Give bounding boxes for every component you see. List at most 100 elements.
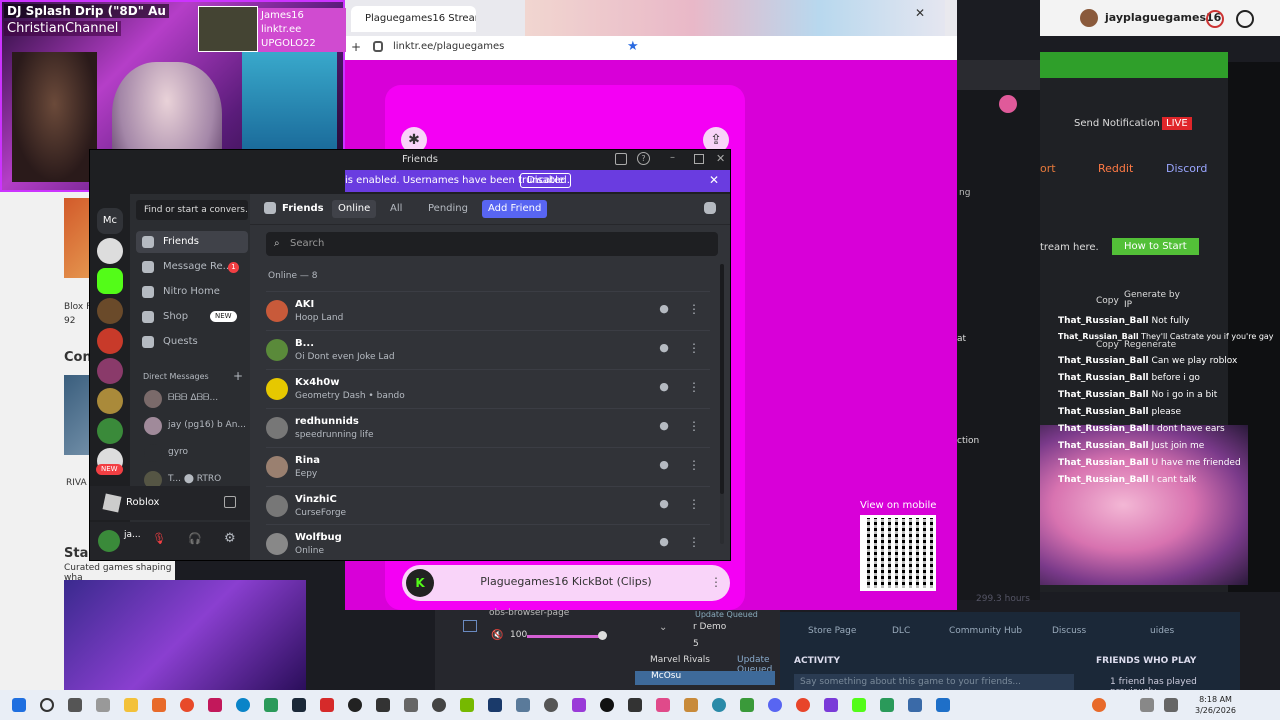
- port-link[interactable]: ort: [1040, 162, 1056, 175]
- app-icon[interactable]: [488, 698, 502, 712]
- nav-shop[interactable]: Shop NEW: [136, 306, 248, 328]
- url-text[interactable]: linktr.ee/plaguegames: [393, 41, 504, 52]
- avatar[interactable]: [98, 530, 120, 552]
- discussions-tab[interactable]: Discuss: [1052, 626, 1086, 636]
- tab-online[interactable]: Online: [332, 200, 377, 218]
- star-icon[interactable]: ★: [627, 39, 639, 54]
- more-icon[interactable]: ⋮: [686, 535, 702, 551]
- headphones-icon[interactable]: 🎧: [188, 532, 202, 545]
- find-conversation-input[interactable]: Find or start a convers...: [136, 200, 248, 220]
- volume-slider-handle[interactable]: [598, 631, 607, 640]
- server-icon[interactable]: [97, 298, 123, 324]
- message-icon[interactable]: ●: [656, 497, 672, 513]
- reddit-link[interactable]: Reddit: [1098, 162, 1133, 175]
- app-icon[interactable]: [824, 698, 838, 712]
- file-explorer-icon[interactable]: [124, 698, 138, 712]
- friend-row[interactable]: Rina Eepy ● ⋮: [266, 447, 710, 486]
- dlc-tab[interactable]: DLC: [892, 626, 910, 636]
- message-icon[interactable]: ●: [656, 380, 672, 396]
- app-icon[interactable]: [712, 698, 726, 712]
- app-icon[interactable]: [432, 698, 446, 712]
- nvidia-icon[interactable]: [460, 698, 474, 712]
- more-icon[interactable]: ⋮: [686, 380, 702, 396]
- more-icon[interactable]: ⋮: [686, 458, 702, 474]
- discord-icon[interactable]: [768, 698, 782, 712]
- library-item[interactable]: McOsu: [651, 671, 681, 681]
- friend-row[interactable]: redhunnids speedrunning life ● ⋮: [266, 408, 710, 447]
- mc-server-icon[interactable]: Mc: [97, 208, 123, 234]
- server-icon[interactable]: [97, 418, 123, 444]
- app-icon[interactable]: [152, 698, 166, 712]
- send-notification-button[interactable]: Send Notification: [1074, 118, 1160, 129]
- friend-row[interactable]: AKI Hoop Land ● ⋮: [266, 291, 710, 330]
- more-icon[interactable]: ⋮: [710, 575, 722, 589]
- url-bar[interactable]: + linktr.ee/plaguegames ★: [345, 36, 957, 61]
- app-icon[interactable]: [320, 698, 334, 712]
- epic-games-icon[interactable]: [376, 698, 390, 712]
- how-to-start-button[interactable]: How to Start: [1112, 238, 1199, 255]
- more-icon[interactable]: ⋮: [686, 302, 702, 318]
- discord-link[interactable]: Discord: [1166, 162, 1207, 175]
- app-icon[interactable]: [740, 698, 754, 712]
- help-icon[interactable]: ?: [637, 152, 650, 165]
- generate-by-ip-button[interactable]: Generate by IP: [1124, 290, 1188, 310]
- server-icon[interactable]: [97, 268, 123, 294]
- message-icon[interactable]: ●: [656, 458, 672, 474]
- nav-nitro-home[interactable]: Nitro Home: [136, 281, 248, 303]
- game-tile[interactable]: [64, 580, 306, 690]
- new-tab-icon[interactable]: +: [351, 40, 361, 54]
- server-icon[interactable]: [97, 358, 123, 384]
- tab-pending[interactable]: Pending: [422, 200, 474, 218]
- app-icon[interactable]: [880, 698, 894, 712]
- message-icon[interactable]: ●: [656, 302, 672, 318]
- kickbot-link[interactable]: K Plaguegames16 KickBot (Clips) ⋮: [402, 565, 730, 601]
- firefox-icon[interactable]: [180, 698, 194, 712]
- maximize-icon[interactable]: [694, 154, 704, 164]
- avatar[interactable]: [999, 95, 1017, 113]
- app-icon[interactable]: [404, 698, 418, 712]
- username[interactable]: ja...: [124, 530, 141, 540]
- volume-slider[interactable]: [527, 635, 602, 638]
- notification-icon[interactable]: [1092, 698, 1106, 712]
- new-group-dm-icon[interactable]: [704, 202, 716, 214]
- store-page-tab[interactable]: Store Page: [808, 626, 856, 636]
- browser-tab[interactable]: Plaguegames16 Stream - Watch: [351, 6, 476, 32]
- widgets-icon[interactable]: [96, 698, 110, 712]
- chevron-down-icon[interactable]: ⌄: [659, 622, 667, 633]
- obs-icon[interactable]: [348, 698, 362, 712]
- bell-icon[interactable]: [1236, 10, 1254, 28]
- nav-message-requests[interactable]: Message Re... 1: [136, 256, 248, 278]
- badge-icon[interactable]: [1206, 10, 1224, 28]
- gear-icon[interactable]: ⚙: [224, 531, 236, 546]
- library-item[interactable]: 5: [693, 639, 699, 649]
- search-icon[interactable]: [40, 698, 54, 712]
- friends-search-input[interactable]: ⌕ Search: [266, 232, 718, 256]
- friend-row[interactable]: VinzhiC CurseForge ● ⋮: [266, 486, 710, 525]
- library-item[interactable]: r Demo: [693, 622, 726, 632]
- steam-icon[interactable]: [292, 698, 306, 712]
- dm-item[interactable]: jay (pg16) b An...: [144, 415, 246, 437]
- speaker-icon[interactable]: 🔇: [491, 630, 503, 641]
- app-icon[interactable]: [208, 698, 222, 712]
- mute-mic-icon[interactable]: 🎙: [152, 532, 166, 545]
- community-hub-tab[interactable]: Community Hub: [949, 626, 1022, 636]
- app-icon[interactable]: [908, 698, 922, 712]
- message-icon[interactable]: ●: [656, 341, 672, 357]
- windows-start-icon[interactable]: [12, 698, 26, 712]
- app-icon[interactable]: [264, 698, 278, 712]
- copy-button[interactable]: Copy: [1096, 296, 1119, 306]
- app-icon[interactable]: [628, 698, 642, 712]
- close-icon[interactable]: ✕: [915, 6, 925, 20]
- app-icon[interactable]: [572, 698, 586, 712]
- chrome-icon[interactable]: [796, 698, 810, 712]
- more-icon[interactable]: ⋮: [686, 497, 702, 513]
- more-icon[interactable]: ⋮: [686, 341, 702, 357]
- app-icon[interactable]: [600, 698, 614, 712]
- dm-item[interactable]: ᗷᗷᗷ ᐃᗷᗷ...: [144, 388, 244, 410]
- library-item[interactable]: Marvel Rivals: [650, 655, 710, 665]
- disable-button[interactable]: Disable: [520, 173, 572, 188]
- task-view-icon[interactable]: [68, 698, 82, 712]
- app-icon[interactable]: [544, 698, 558, 712]
- app-icon[interactable]: [516, 698, 530, 712]
- friend-row[interactable]: Wolfbug Online ● ⋮: [266, 524, 710, 563]
